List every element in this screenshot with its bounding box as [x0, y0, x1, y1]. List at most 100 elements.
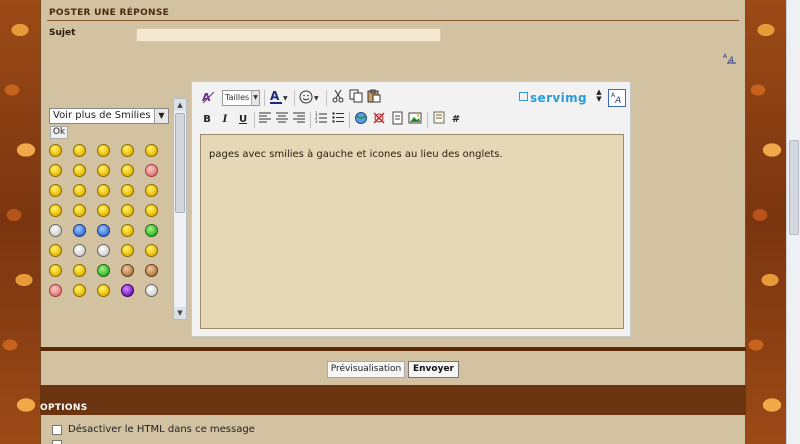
paste-icon[interactable]	[366, 89, 382, 107]
smiley-icon[interactable]	[49, 144, 62, 157]
smiley-icon[interactable]	[121, 164, 134, 177]
numbered-list-icon[interactable]: 123	[314, 111, 328, 129]
smiley-icon[interactable]	[73, 244, 86, 257]
smiley-icon[interactable]	[97, 224, 110, 237]
bullet-list-icon[interactable]	[331, 111, 345, 129]
chevron-down-icon[interactable]: ▼	[251, 91, 259, 105]
align-left-icon[interactable]	[258, 111, 272, 129]
smiley-icon[interactable]	[97, 244, 110, 257]
smiley-icon[interactable]	[73, 184, 86, 197]
submit-row: Prévisualisation Envoyer	[40, 351, 746, 385]
link-globe-icon[interactable]	[353, 111, 369, 129]
chevron-down-icon[interactable]: ▼	[154, 109, 168, 123]
smiley-icon[interactable]	[49, 204, 62, 217]
smiley-icon[interactable]	[49, 224, 62, 237]
cut-icon[interactable]	[330, 89, 346, 107]
servimg-label: servimg	[530, 91, 588, 105]
copy-icon[interactable]	[348, 89, 364, 107]
smiley-icon[interactable]	[145, 204, 158, 217]
resize-arrows-icon[interactable]: ▲ ▼	[594, 89, 604, 107]
smilies-scrollbar[interactable]: ▲ ▼	[173, 98, 187, 320]
message-textarea[interactable]: pages avec smilies à gauche et icones au…	[200, 134, 624, 329]
page-scrollbar-thumb[interactable]	[789, 140, 799, 235]
smiley-icon[interactable]	[145, 284, 158, 297]
font-size-select[interactable]: Tailles ▼	[222, 90, 260, 106]
smilies-scrollbar-thumb[interactable]	[175, 113, 185, 213]
smiley-icon[interactable]	[73, 264, 86, 277]
smilies-ok-button[interactable]: Ok	[50, 126, 68, 139]
smiley-icon[interactable]	[121, 144, 134, 157]
smiley-icon[interactable]	[145, 144, 158, 157]
smilies-dropdown-value: Voir plus de Smilies	[53, 110, 151, 121]
smiley-icon[interactable]	[73, 164, 86, 177]
smiley-icon[interactable]	[97, 204, 110, 217]
unlink-icon[interactable]	[371, 111, 387, 129]
image-icon[interactable]	[407, 111, 423, 129]
page-scrollbar[interactable]	[786, 0, 800, 444]
smiley-icon[interactable]	[121, 184, 134, 197]
toolbar-separator	[254, 112, 255, 128]
smiley-icon[interactable]	[97, 164, 110, 177]
font-size-select-value: Tailles	[225, 93, 250, 102]
smiley-icon[interactable]	[145, 244, 158, 257]
underline-button[interactable]: U	[236, 111, 250, 129]
send-button[interactable]: Envoyer	[408, 361, 459, 378]
reply-panel: POSTER UNE RÉPONSE Sujet AA Voir plus de…	[40, 0, 746, 350]
align-right-icon[interactable]	[292, 111, 306, 129]
scroll-down-icon[interactable]: ▼	[174, 307, 186, 319]
subject-label: Sujet	[49, 28, 76, 38]
smiley-picker-icon[interactable]: ▼	[298, 89, 322, 107]
smiley-icon[interactable]	[121, 264, 134, 277]
smiley-icon[interactable]	[49, 184, 62, 197]
document-icon[interactable]	[389, 111, 405, 129]
hash-button[interactable]: #	[449, 111, 463, 129]
smiley-icon[interactable]	[73, 204, 86, 217]
svg-text:3: 3	[315, 119, 318, 123]
smilies-dropdown[interactable]: Voir plus de Smilies ▼	[49, 108, 169, 124]
smiley-icon[interactable]	[73, 144, 86, 157]
subject-input[interactable]	[136, 28, 441, 42]
options-header: OPTIONS	[40, 385, 746, 415]
toolbar-separator	[310, 112, 311, 128]
smiley-icon[interactable]	[73, 224, 86, 237]
servimg-button[interactable]: servimg	[519, 91, 587, 105]
svg-text:▼: ▼	[283, 95, 288, 102]
options-body: Désactiver le HTML dans ce message	[40, 415, 746, 444]
smiley-icon[interactable]	[49, 284, 62, 297]
disable-html-checkbox[interactable]	[52, 425, 62, 435]
toolbar-separator	[264, 90, 265, 106]
text-color-icon[interactable]: A ▼	[268, 89, 290, 107]
wysiwyg-toggle-icon[interactable]: A	[200, 90, 216, 108]
message-editor: A Tailles ▼ A ▼ ▼ servimg ▲ ▼ A A B I U …	[191, 81, 631, 337]
smiley-icon[interactable]	[121, 224, 134, 237]
smiley-icon[interactable]	[49, 244, 62, 257]
quote-icon[interactable]	[431, 111, 447, 129]
smiley-icon[interactable]	[121, 204, 134, 217]
smiley-icon[interactable]	[145, 264, 158, 277]
smiley-icon[interactable]	[97, 184, 110, 197]
smilies-grid	[47, 142, 169, 318]
smiley-icon[interactable]	[145, 184, 158, 197]
smiley-icon[interactable]	[97, 284, 110, 297]
smiley-icon[interactable]	[49, 164, 62, 177]
bold-button[interactable]: B	[200, 111, 214, 129]
section-title: POSTER UNE RÉPONSE	[49, 8, 170, 18]
scroll-up-icon[interactable]: ▲	[174, 99, 186, 111]
align-center-icon[interactable]	[275, 111, 289, 129]
smiley-icon[interactable]	[49, 264, 62, 277]
smiley-icon[interactable]	[145, 164, 158, 177]
section-divider	[47, 20, 739, 21]
toolbar-separator	[326, 90, 327, 106]
smiley-icon[interactable]	[145, 224, 158, 237]
smiley-icon[interactable]	[121, 284, 134, 297]
smiley-icon[interactable]	[121, 244, 134, 257]
preview-button[interactable]: Prévisualisation	[327, 361, 405, 378]
smiley-icon[interactable]	[73, 284, 86, 297]
italic-button[interactable]: I	[218, 111, 232, 129]
option-checkbox[interactable]	[52, 440, 62, 444]
right-leaf-border	[746, 0, 786, 444]
smiley-icon[interactable]	[97, 144, 110, 157]
font-size-toggle-icon[interactable]: AA	[723, 52, 737, 67]
source-mode-icon[interactable]: AA	[608, 89, 626, 107]
smiley-icon[interactable]	[97, 264, 110, 277]
